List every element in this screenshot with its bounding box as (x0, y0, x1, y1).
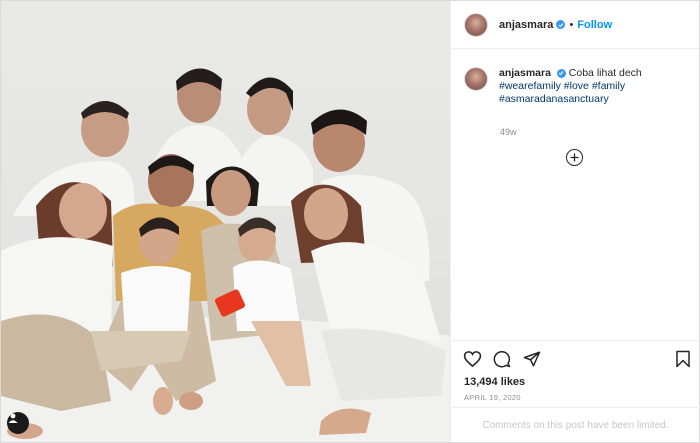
action-bar (451, 340, 700, 370)
like-count[interactable]: 13,494 likes (464, 376, 525, 388)
avatar[interactable] (464, 12, 488, 37)
caption-username[interactable]: anjasmara (499, 67, 551, 79)
post-header: anjasmara • Follow (451, 1, 699, 49)
caption-avatar[interactable] (464, 67, 488, 91)
separator-dot: • (569, 18, 574, 31)
plus-circle-icon[interactable] (566, 149, 583, 166)
heart-icon[interactable] (463, 350, 482, 371)
family-photo-illustration (1, 68, 450, 442)
post-age[interactable]: 49w (500, 127, 699, 137)
post-photo[interactable] (1, 1, 450, 442)
instagram-post: anjasmara • Follow anjasmara Coba lihat … (0, 0, 700, 443)
hashtag-link[interactable]: #asmaradanasanctuary (499, 93, 609, 105)
caption-text: Coba lihat dech (568, 67, 642, 79)
share-icon[interactable] (523, 350, 541, 371)
user-icon[interactable] (7, 412, 29, 434)
header-username[interactable]: anjasmara (499, 19, 553, 31)
comments-limited-notice: Comments on this post have been limited. (451, 407, 700, 442)
post-date[interactable]: APRIL 19, 2020 (464, 393, 521, 402)
hashtag-link[interactable]: #love (564, 80, 589, 92)
caption-body: anjasmara Coba lihat dech #wearefamily #… (499, 67, 679, 106)
hashtag-link[interactable]: #wearefamily (499, 80, 561, 92)
follow-button[interactable]: Follow (577, 19, 612, 31)
verified-badge-icon (556, 68, 566, 78)
person-front-left-woman (1, 182, 113, 411)
comment-icon[interactable] (493, 350, 511, 371)
post-sidebar: anjasmara • Follow anjasmara Coba lihat … (450, 1, 700, 442)
caption: anjasmara Coba lihat dech #wearefamily #… (451, 49, 699, 106)
hashtag-link[interactable]: #family (592, 80, 625, 92)
verified-badge-icon (556, 20, 566, 29)
bookmark-icon[interactable] (675, 350, 691, 371)
